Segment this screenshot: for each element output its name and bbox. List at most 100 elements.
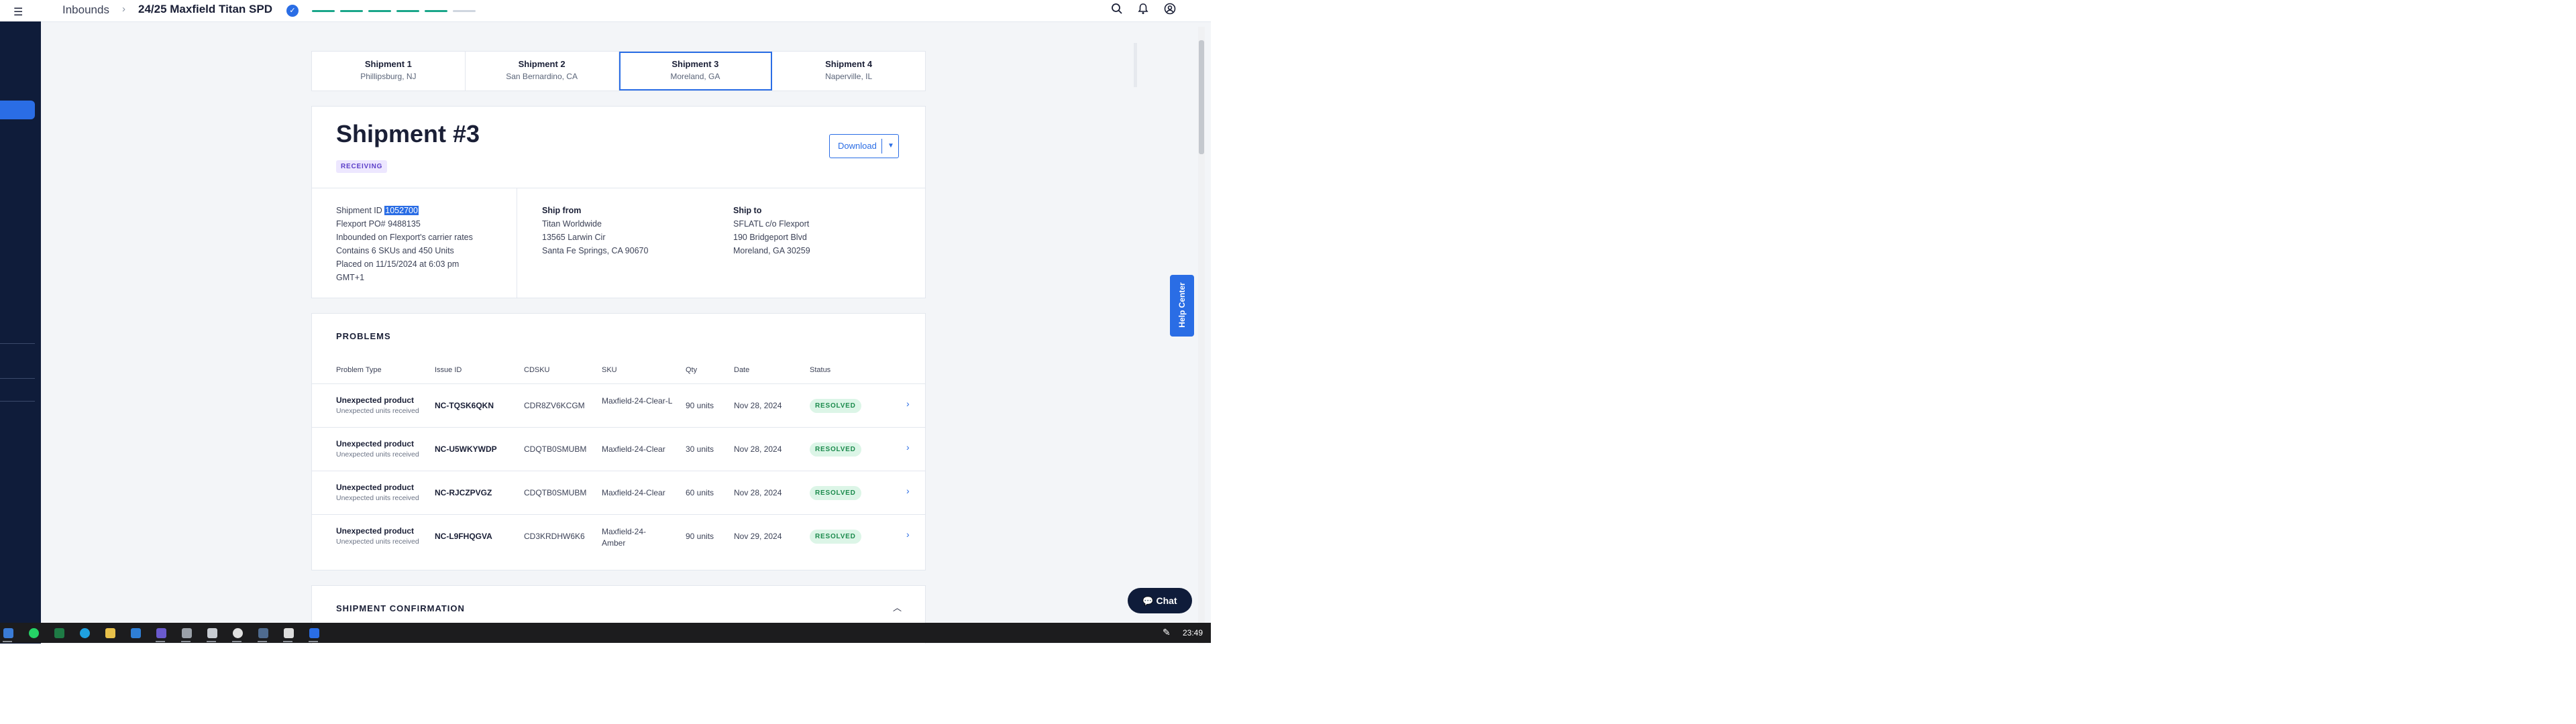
problem-type-label: Unexpected product: [336, 439, 415, 448]
problem-type: Unexpected product Unexpected units rece…: [336, 396, 419, 415]
quantity: 30 units: [686, 444, 714, 454]
problems-title: PROBLEMS: [336, 331, 391, 341]
column-header: Date: [734, 366, 750, 374]
page-scrollbar-thumb[interactable]: [1199, 40, 1204, 154]
column-header: Problem Type: [336, 366, 382, 374]
status-badge: RESOLVED: [810, 442, 861, 457]
app-window: ☰ Inbounds › 24/25 Maxfield Titan SPD ✓: [0, 0, 1211, 644]
tab-label: Shipment 3: [672, 59, 719, 69]
app-icon[interactable]: [156, 628, 166, 638]
cdsku: CDR8ZV6KCGM: [524, 401, 585, 410]
placed-date: Placed on 11/15/2024 at 6:03 pm: [336, 259, 460, 269]
taskbar-indicator: [232, 641, 241, 642]
sidebar-item-active[interactable]: [0, 101, 35, 119]
table-row[interactable]: Unexpected product Unexpected units rece…: [312, 427, 925, 471]
quantity: 90 units: [686, 532, 714, 541]
chevron-right-icon[interactable]: ›: [906, 442, 910, 452]
excel-icon[interactable]: [54, 628, 64, 638]
help-center-button[interactable]: Help Center: [1170, 275, 1194, 337]
table-row[interactable]: Unexpected product Unexpected units rece…: [312, 514, 925, 558]
taskbar-indicator: [309, 641, 318, 642]
whatsapp-icon[interactable]: [29, 628, 39, 638]
taskbar-indicator: [181, 641, 191, 642]
app-icon[interactable]: [258, 628, 268, 638]
download-button[interactable]: Download ▼: [829, 134, 899, 158]
problems-card: PROBLEMS Problem Type Issue ID CDSKU SKU…: [311, 313, 926, 570]
app-icon[interactable]: [309, 628, 319, 638]
problem-type-label: Unexpected product: [336, 483, 415, 492]
vscode-icon[interactable]: [131, 628, 141, 638]
help-center-label: Help Center: [1177, 282, 1187, 328]
problem-subtitle: Unexpected units received: [336, 450, 419, 459]
chrome-icon[interactable]: [233, 628, 243, 638]
chevron-up-icon[interactable]: ︿: [893, 601, 902, 613]
edge-icon[interactable]: [80, 628, 90, 638]
chat-button[interactable]: 💬 Chat: [1128, 588, 1192, 613]
taskbar-indicator: [156, 641, 165, 642]
tab-shipment-2[interactable]: Shipment 2 San Bernardino, CA: [466, 52, 619, 90]
search-icon[interactable]: [1110, 3, 1124, 17]
sidebar-divider: [0, 378, 35, 379]
issue-id: NC-U5WKYWDP: [435, 444, 497, 454]
menu-icon[interactable]: ☰: [13, 5, 23, 19]
shipment-summary-card: Shipment #3 RECEIVING Download ▼ Shipmen…: [311, 106, 926, 298]
table-row[interactable]: Unexpected product Unexpected units rece…: [312, 383, 925, 428]
chat-label: Chat: [1156, 595, 1177, 606]
shipment-id-value[interactable]: 1052700: [384, 206, 419, 215]
problem-type: Unexpected product Unexpected units rece…: [336, 526, 419, 546]
status-badge: RESOLVED: [810, 530, 861, 544]
issue-id: NC-TQSK6QKN: [435, 401, 494, 410]
problem-subtitle: Unexpected units received: [336, 494, 419, 502]
caret-down-icon[interactable]: ▼: [888, 135, 894, 158]
quantity: 90 units: [686, 401, 714, 410]
tab-shipment-3[interactable]: Shipment 3 Moreland, GA: [619, 52, 773, 90]
ship-from-name: Titan Worldwide: [542, 219, 602, 229]
app-icon[interactable]: [284, 628, 294, 638]
tab-label: Shipment 2: [518, 59, 566, 69]
sku: Maxfield-24-Clear: [602, 444, 665, 454]
status-badge: RECEIVING: [336, 160, 388, 173]
problem-subtitle: Unexpected units received: [336, 407, 419, 415]
breadcrumb-inbounds[interactable]: Inbounds: [62, 3, 109, 17]
date: Nov 28, 2024: [734, 444, 782, 454]
ship-to-label: Ship to: [733, 206, 762, 215]
tab-location: Naperville, IL: [825, 72, 873, 81]
start-icon[interactable]: [3, 628, 13, 638]
problem-type-label: Unexpected product: [336, 396, 415, 405]
tab-location: San Bernardino, CA: [506, 72, 578, 81]
contents: Contains 6 SKUs and 450 Units: [336, 246, 454, 255]
shipment-id-line: Shipment ID 1052700: [336, 204, 473, 217]
sku: Maxfield-24-Clear-L: [602, 396, 673, 406]
column-header: Status: [810, 366, 831, 374]
ship-to-street: 190 Bridgeport Blvd: [733, 233, 807, 242]
breadcrumb-separator: ›: [122, 3, 125, 15]
column-header: Qty: [686, 366, 698, 374]
bell-icon[interactable]: [1136, 3, 1150, 17]
status-badge: RESOLVED: [810, 486, 861, 500]
chevron-right-icon[interactable]: ›: [906, 485, 910, 496]
problem-type-label: Unexpected product: [336, 526, 415, 536]
file-explorer-icon[interactable]: [105, 628, 115, 638]
pen-icon[interactable]: ✎: [1163, 627, 1171, 638]
chevron-right-icon[interactable]: ›: [906, 398, 910, 409]
sku: Maxfield-24-Amber: [602, 527, 647, 548]
chevron-right-icon[interactable]: ›: [906, 529, 910, 540]
taskbar-indicator: [283, 641, 292, 642]
inner-scrollbar[interactable]: [1134, 43, 1137, 87]
cdsku: CD3KRDHW6K6: [524, 532, 585, 541]
table-row[interactable]: Unexpected product Unexpected units rece…: [312, 471, 925, 515]
app-icon[interactable]: [207, 628, 217, 638]
tab-location: Phillipsburg, NJ: [360, 72, 417, 81]
ship-from-label: Ship from: [542, 206, 582, 215]
account-icon[interactable]: [1163, 3, 1177, 17]
browser-icon[interactable]: [182, 628, 192, 638]
taskbar-indicator: [207, 641, 216, 642]
clock[interactable]: 23:49: [1183, 628, 1203, 638]
tab-shipment-1[interactable]: Shipment 1 Phillipsburg, NJ: [312, 52, 466, 90]
tab-shipment-4[interactable]: Shipment 4 Naperville, IL: [772, 52, 925, 90]
quantity: 60 units: [686, 488, 714, 497]
taskbar: ✎ 23:49: [0, 623, 1211, 643]
sku: Maxfield-24-Clear: [602, 488, 665, 497]
tab-label: Shipment 1: [364, 59, 412, 69]
ship-from-city: Santa Fe Springs, CA 90670: [542, 246, 649, 255]
